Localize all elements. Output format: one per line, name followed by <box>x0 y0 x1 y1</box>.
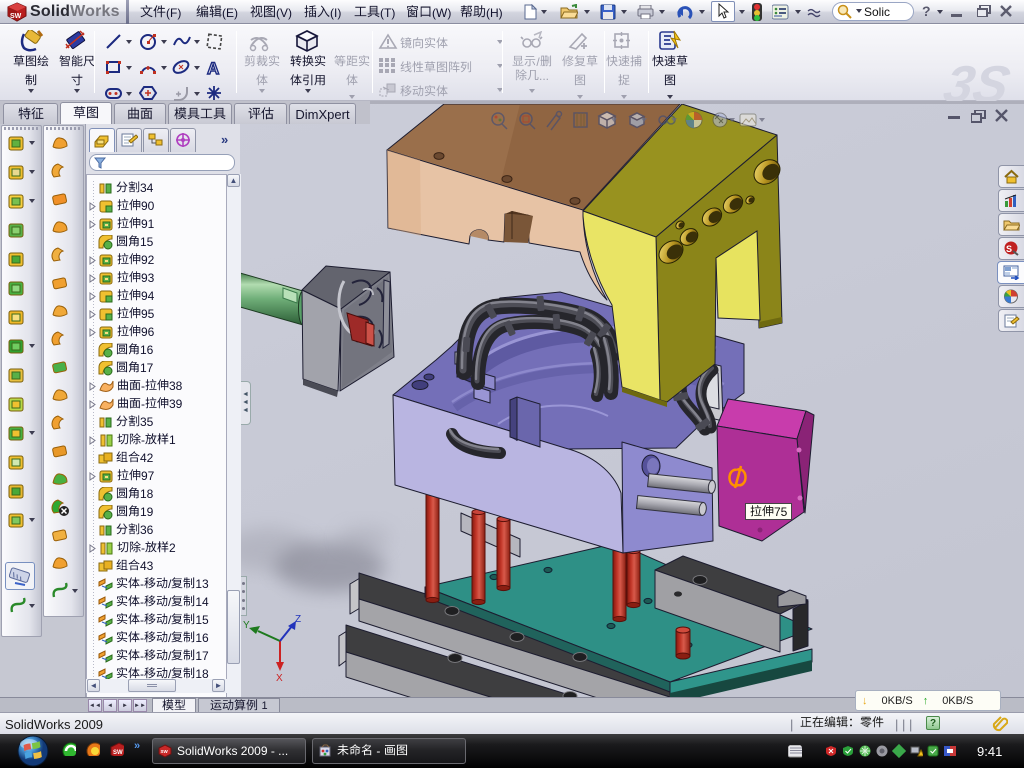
svg-text:Z: Z <box>295 614 301 625</box>
svg-text:SW: SW <box>113 750 123 756</box>
svg-text:SW: SW <box>10 13 22 20</box>
svg-text:A: A <box>207 59 219 77</box>
svg-text:Y: Y <box>243 620 250 631</box>
svg-text:SW: SW <box>161 749 169 754</box>
svg-text:S: S <box>1006 244 1012 254</box>
svg-text:X: X <box>276 673 283 684</box>
